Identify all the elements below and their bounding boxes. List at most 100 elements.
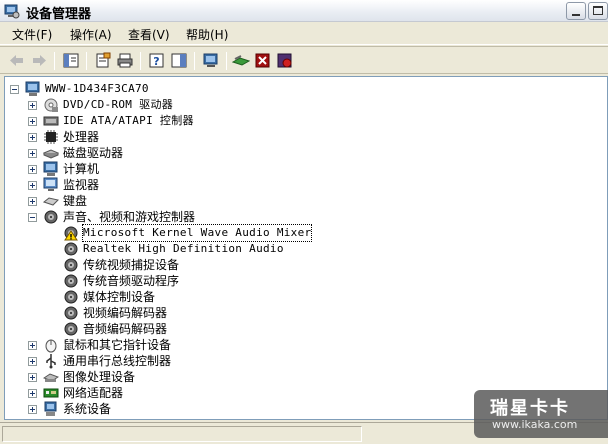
tree-device-row[interactable]: Realtek High Definition Audio [5,241,595,257]
expand-toggle[interactable] [28,373,37,382]
status-cell [2,426,362,442]
tree-category-label: DVD/CD-ROM 驱动器 [63,98,174,111]
menu-help[interactable]: 帮助(H) [186,26,228,43]
device-tree[interactable]: WWW-1D434F3CA70 DVD/CD-ROM 驱动器 IDE ATA/AT… [4,76,608,420]
tree-device-row[interactable]: Microsoft Kernel Wave Audio Mixer [5,224,595,242]
uninstall-device-icon[interactable] [276,52,294,69]
window-title: 设备管理器 [26,7,92,22]
tree-category-label: 网络适配器 [63,386,124,400]
tree-category-row[interactable]: 声音、视频和游戏控制器 [5,209,595,225]
show-hide-tree-icon[interactable] [62,52,80,69]
tree-device-label: 媒体控制设备 [83,290,156,304]
expand-toggle[interactable] [28,165,37,174]
tree-category-label: IDE ATA/ATAPI 控制器 [63,114,194,127]
tree-category-row[interactable]: 监视器 [5,177,595,193]
tree-category-row[interactable]: 图像处理设备 [5,369,595,385]
menu-file[interactable]: 文件(F) [12,26,52,43]
tree-device-label: 传统视频捕捉设备 [83,258,180,272]
sound-device-icon [64,274,78,288]
expand-toggle[interactable] [28,341,37,350]
toolbar-separator [194,52,195,70]
system-device-icon [44,401,57,416]
tree-category-label: 鼠标和其它指针设备 [63,338,172,352]
properties-icon[interactable] [94,52,112,69]
usb-icon [46,354,56,369]
maximize-button[interactable] [588,2,608,20]
tree-device-label: Microsoft Kernel Wave Audio Mixer [81,224,313,242]
tree-category-row[interactable]: 磁盘驱动器 [5,145,595,161]
tree-category-label: 计算机 [63,162,100,176]
forward-arrow-icon[interactable] [30,52,48,69]
expand-toggle[interactable] [28,181,37,190]
tree-category-row[interactable]: IDE ATA/ATAPI 控制器 [5,113,595,129]
expand-toggle[interactable] [28,133,37,142]
toolbar-separator [54,52,55,70]
network-adapter-icon [43,388,59,398]
tree-device-row[interactable]: 传统音频驱动程序 [5,273,595,289]
keyboard-icon [43,197,59,206]
expand-toggle[interactable] [28,389,37,398]
site-watermark: 瑞星卡卡 www.ikaka.com [474,390,608,438]
scan-hardware-icon[interactable] [202,52,220,69]
watermark-url: www.ikaka.com [492,418,578,431]
expand-toggle[interactable] [28,357,37,366]
title-bar: 设备管理器 [0,0,608,22]
cdrom-icon [44,98,58,112]
expand-toggle[interactable] [28,117,37,126]
menu-action[interactable]: 操作(A) [70,26,112,43]
update-driver-icon[interactable] [232,52,250,69]
tree-device-row[interactable]: 媒体控制设备 [5,289,595,305]
tree-device-label: 视频编码解码器 [83,306,168,320]
disable-device-icon[interactable] [254,52,272,69]
back-arrow-icon[interactable] [8,52,26,69]
menu-view[interactable]: 查看(V) [128,26,170,43]
sound-icon [44,210,58,224]
tree-category-row[interactable]: 鼠标和其它指针设备 [5,337,595,353]
tree-category-row[interactable]: 键盘 [5,193,595,209]
toolbar: ? [0,46,608,74]
print-icon[interactable] [116,52,134,69]
toolbar-separator [226,52,227,70]
help-icon[interactable]: ? [148,52,166,69]
tree-root-row[interactable]: WWW-1D434F3CA70 [5,81,595,97]
device-manager-icon [4,4,20,19]
tree-device-label: 音频编码解码器 [83,322,168,336]
ide-controller-icon [43,116,59,126]
computer-icon [43,161,58,176]
minimize-button[interactable] [566,2,586,20]
scanner-icon [43,373,59,382]
collapse-toggle[interactable] [28,213,37,222]
expand-toggle[interactable] [28,149,37,158]
sound-device-icon [64,322,78,336]
tree-category-label: 磁盘驱动器 [63,146,124,160]
sound-device-icon [64,258,78,272]
sound-device-icon [64,290,78,304]
tree-category-label: 处理器 [63,130,100,144]
expand-toggle[interactable] [28,101,37,110]
expand-toggle[interactable] [28,405,37,414]
collapse-toggle[interactable] [10,85,19,94]
tree-category-row[interactable]: 计算机 [5,161,595,177]
computer-icon [25,81,40,96]
expand-toggle[interactable] [28,197,37,206]
tree-category-row[interactable]: 处理器 [5,129,595,145]
mouse-icon [45,339,57,353]
watermark-logo-text: 瑞星卡卡 [490,398,570,419]
sound-device-warning-icon [64,226,78,241]
menu-bar: 文件(F) 操作(A) 查看(V) 帮助(H) [0,23,608,45]
tree-device-row[interactable]: 视频编码解码器 [5,305,595,321]
tree-category-label: 声音、视频和游戏控制器 [63,210,196,224]
tree-device-row[interactable]: 音频编码解码器 [5,321,595,337]
tree-category-row[interactable]: DVD/CD-ROM 驱动器 [5,97,595,113]
tree-category-row[interactable]: 通用串行总线控制器 [5,353,595,369]
tree-device-label: Realtek High Definition Audio [83,242,284,255]
svg-text:?: ? [153,55,159,68]
tree-device-row[interactable]: 传统视频捕捉设备 [5,257,595,273]
view-panel-icon[interactable] [170,52,188,69]
tree-category-label: 键盘 [63,194,88,208]
tree-device-label: 传统音频驱动程序 [83,274,180,288]
computer-name: WWW-1D434F3CA70 [45,82,149,95]
monitor-icon [43,177,58,191]
toolbar-separator [86,52,87,70]
tree-category-label: 图像处理设备 [63,370,136,384]
